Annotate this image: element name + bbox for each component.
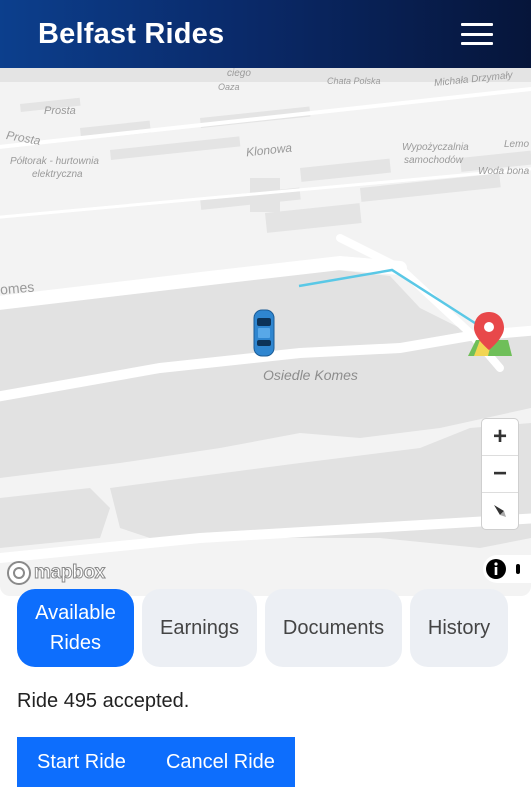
compass-icon <box>494 505 506 517</box>
map-label-hurtownia: Półtorak - hurtownia <box>10 156 99 167</box>
map-label-osiedle-komes: Osiedle Komes <box>263 367 358 383</box>
mapbox-logo[interactable]: mapbox <box>6 560 106 586</box>
map-label-elektryczna: elektryczna <box>32 169 83 180</box>
mapbox-logo-icon <box>7 561 31 585</box>
cancel-ride-button[interactable]: Cancel Ride <box>166 751 275 774</box>
ride-action-buttons: Start Ride Cancel Ride <box>17 737 295 787</box>
tab-earnings-label: Earnings <box>160 617 239 639</box>
map-label-ciego: ciego <box>227 68 251 79</box>
zoom-out-icon: − <box>492 460 507 487</box>
mapbox-wordmark: mapbox <box>33 562 106 584</box>
app-title: Belfast Rides <box>38 17 225 50</box>
map-label-woda-bona: Woda bona <box>478 166 530 177</box>
map-label-wypozyczalnia: Wypożyczalnia <box>402 142 469 153</box>
tab-bar: Available Rides Earnings Documents Histo… <box>17 589 508 667</box>
map-controls: + − <box>481 418 519 530</box>
info-icon <box>486 559 506 579</box>
zoom-in-button[interactable]: + <box>482 419 518 456</box>
map-label-lemo: Lemo <box>504 139 530 150</box>
tab-history-label: History <box>427 617 491 639</box>
reset-bearing-button[interactable] <box>482 493 518 529</box>
tab-available-rides[interactable]: Available Rides <box>17 589 134 667</box>
tab-documents[interactable]: Documents <box>265 589 402 667</box>
map-label-prosta-1: Prosta <box>44 105 76 117</box>
attribution-toggle-edge <box>516 564 520 574</box>
tab-history[interactable]: History <box>410 589 508 667</box>
app-header: Belfast Rides <box>0 0 531 68</box>
tab-earnings[interactable]: Earnings <box>142 589 257 667</box>
tab-available-rides-line1: Available <box>35 602 116 624</box>
zoom-in-icon: + <box>492 423 507 450</box>
map-label-oaza: Oaza <box>218 82 240 92</box>
hamburger-menu-icon[interactable] <box>461 23 493 45</box>
ride-status-message: Ride 495 accepted. <box>17 690 190 712</box>
map-label-samochodow: samochodów <box>404 155 463 166</box>
attribution-info-button[interactable] <box>483 555 531 583</box>
map-label-chata-polska: Chata Polska <box>327 76 381 86</box>
zoom-out-button[interactable]: − <box>482 456 518 493</box>
map-view[interactable]: ciego Oaza Chata Polska Michała Drzymały… <box>0 68 531 596</box>
map-label-komes: omes <box>0 278 35 298</box>
start-ride-button[interactable]: Start Ride <box>37 751 126 774</box>
tab-available-rides-line2: Rides <box>49 632 102 654</box>
car-icon <box>253 309 275 357</box>
tab-documents-label: Documents <box>282 617 385 639</box>
